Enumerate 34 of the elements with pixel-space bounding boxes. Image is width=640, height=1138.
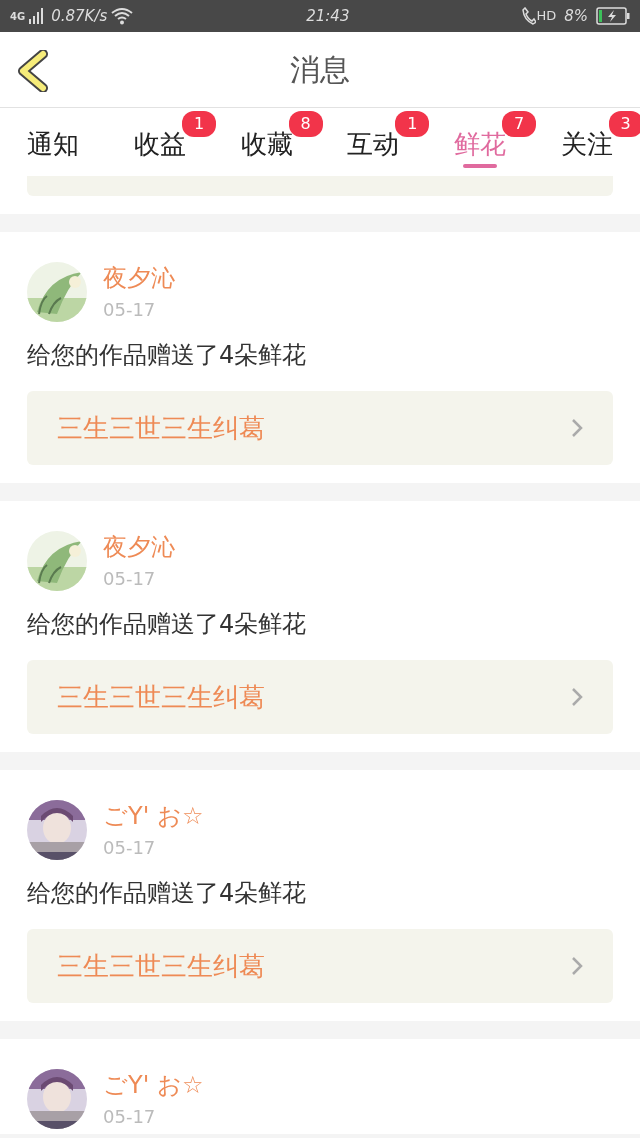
message-date: 05-17 (103, 298, 157, 322)
count-badge: 3 (608, 110, 640, 137)
count-badge: 1 (395, 110, 430, 137)
work-link[interactable]: 三生三世三生纠葛 (27, 660, 613, 734)
clock: 21:43 (306, 6, 350, 25)
message-text: 给您的作品赠送了4朵鲜花 (27, 609, 308, 640)
tab[interactable]: 互动 1 (320, 108, 427, 170)
wifi-icon (111, 7, 134, 25)
message-date: 05-17 (103, 836, 157, 860)
message-date: 05-17 (103, 1105, 157, 1129)
hd-label: HD (536, 7, 557, 26)
chevron-right-icon (571, 956, 583, 976)
user-name[interactable]: 夜夕沁 (103, 529, 175, 565)
page-title: 消息 (290, 51, 350, 89)
tab[interactable]: 关注 3 (533, 108, 640, 170)
chevron-right-icon (571, 687, 583, 707)
chevron-right-icon (571, 418, 583, 438)
user-name[interactable]: 夜夕沁 (103, 260, 175, 296)
user-name[interactable]: ごY' お☆ (103, 1067, 204, 1103)
back-icon[interactable] (16, 50, 48, 92)
tab[interactable]: 通知 (0, 108, 107, 170)
tab[interactable]: 收益 1 (106, 108, 214, 170)
phone-icon (522, 7, 537, 25)
message-text: 给您的作品赠送了4朵鲜花 (27, 340, 308, 371)
message-text: 给您的作品赠送了4朵鲜花 (27, 878, 308, 909)
network-label: 4G (10, 9, 26, 24)
work-link[interactable]: 三生三世三生纠葛 (27, 929, 613, 1003)
network-speed: 0.87K/s (51, 5, 108, 27)
battery-level: 8% (564, 5, 588, 27)
count-badge: 1 (182, 110, 216, 137)
user-name[interactable]: ごY' お☆ (103, 798, 204, 834)
message-date: 05-17 (103, 567, 157, 591)
signal-icon (29, 8, 44, 24)
work-link[interactable]: 三生三世三生纠葛 (27, 391, 613, 465)
